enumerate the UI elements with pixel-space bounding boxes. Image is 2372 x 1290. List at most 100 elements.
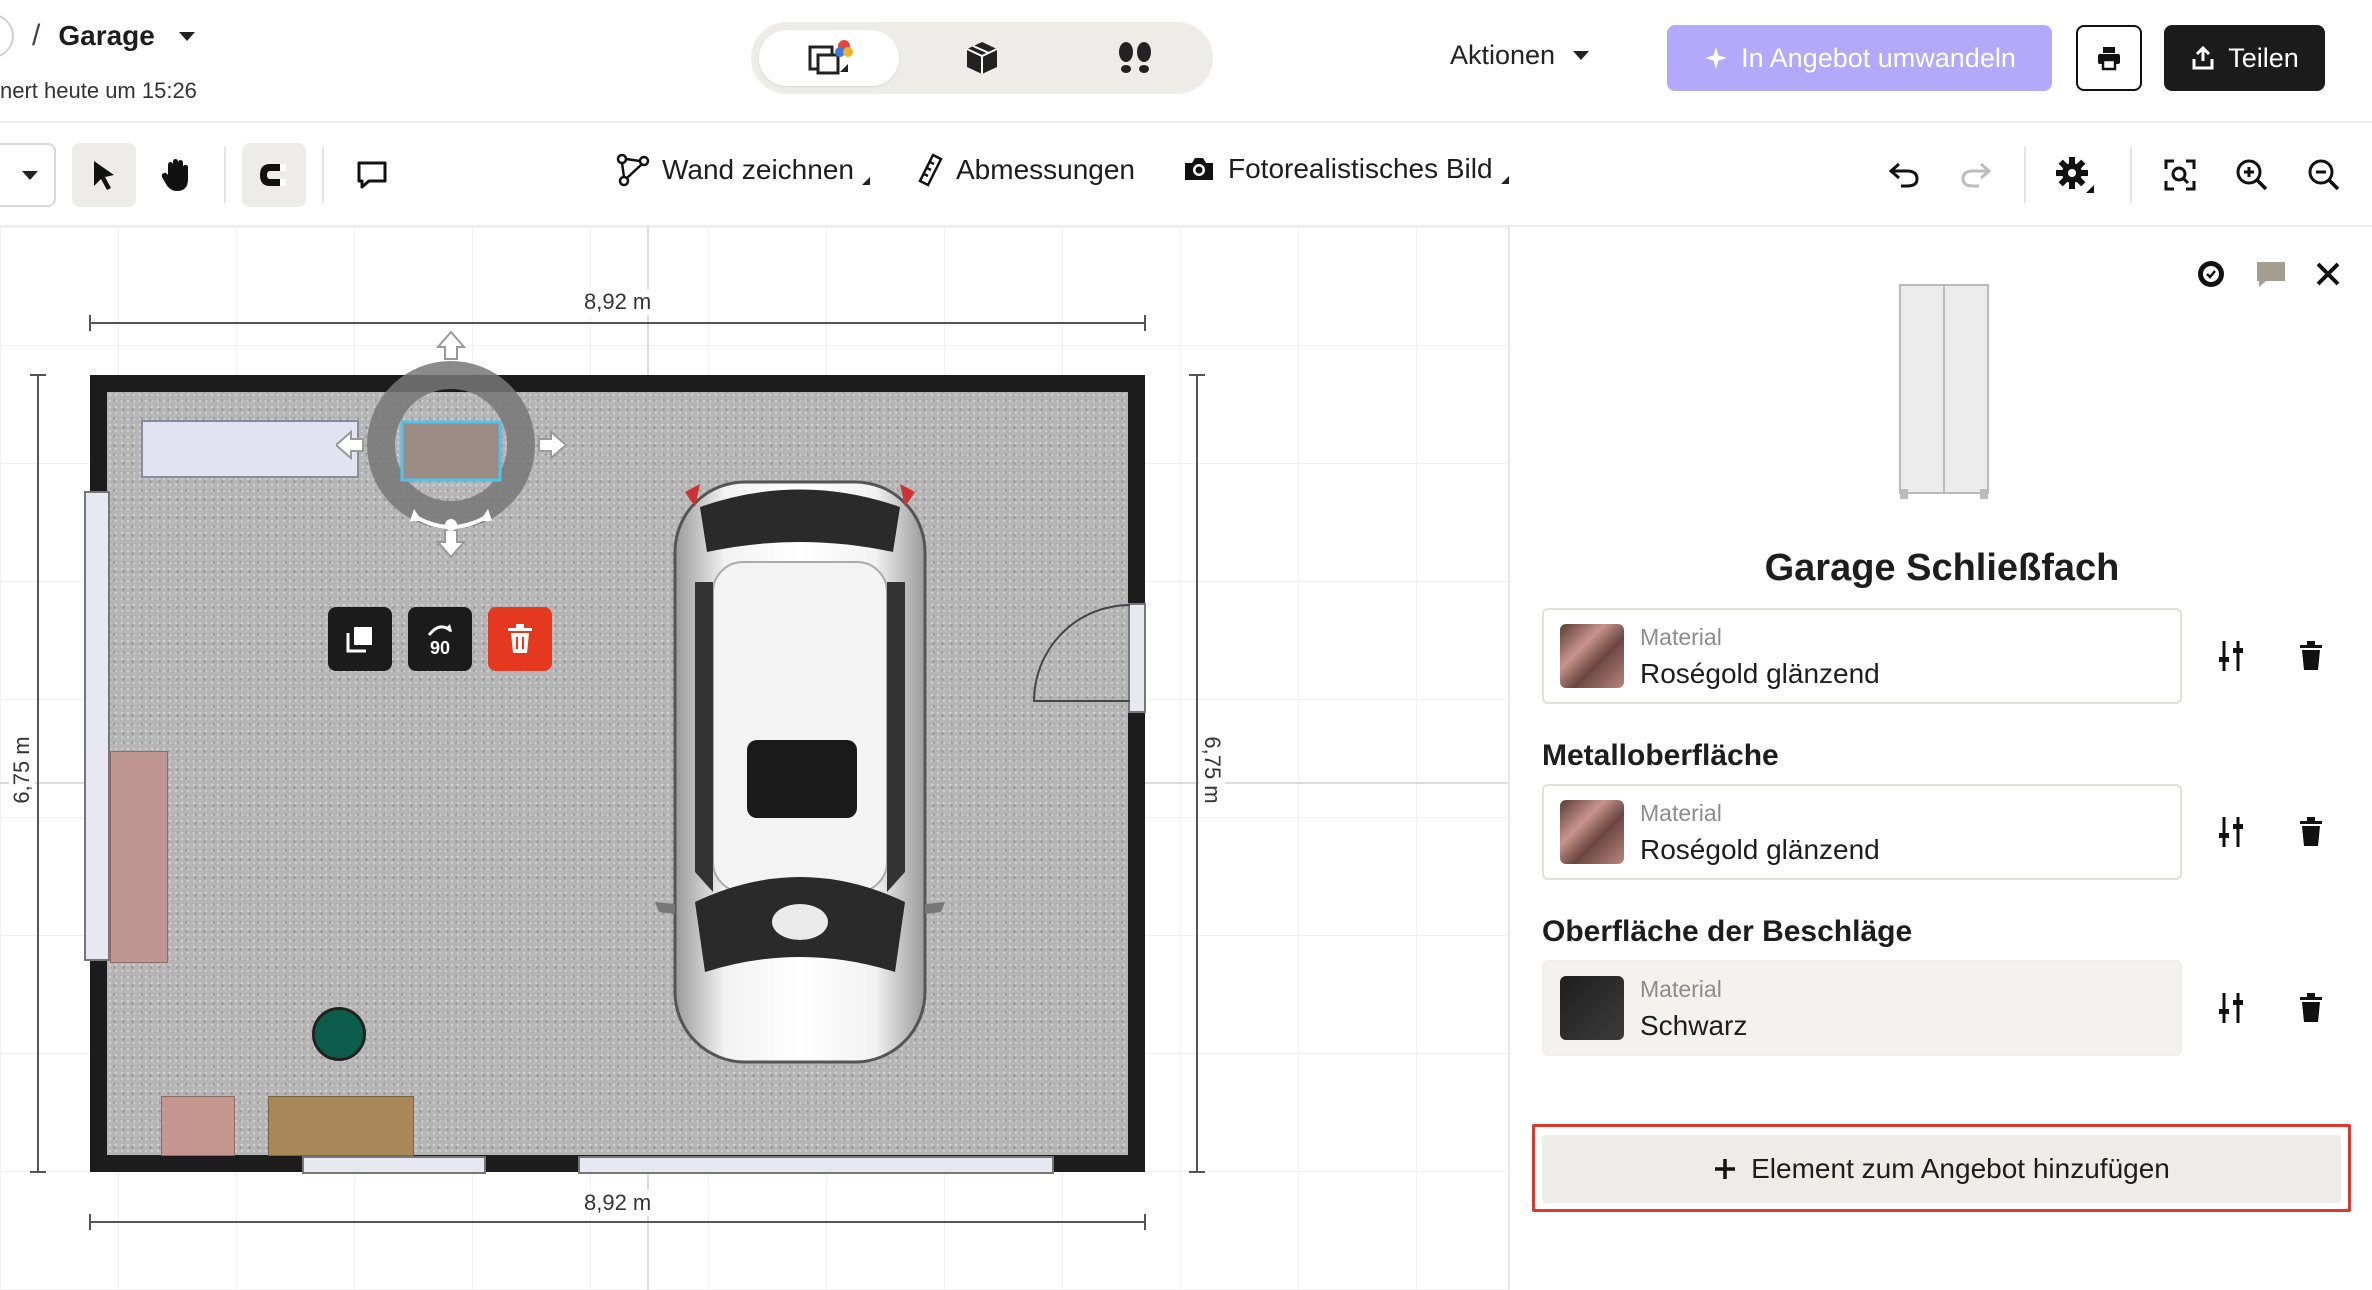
select-tool[interactable] (72, 143, 136, 207)
actions-menu[interactable]: Aktionen (1450, 40, 1590, 71)
gear-icon (2056, 157, 2094, 193)
trash-icon (508, 624, 532, 653)
material-selector-2[interactable]: Material Roségold glänzend (1542, 784, 2182, 880)
door-swing-arc (1032, 604, 1131, 702)
mode-2d-plan[interactable] (759, 30, 899, 86)
add-to-offer-highlight: Element zum Angebot hinzufügen (1532, 1124, 2351, 1212)
hand-icon (161, 159, 188, 191)
share-button[interactable]: Teilen (2164, 25, 2325, 91)
actions-label: Aktionen (1450, 40, 1556, 70)
product-title: Garage Schließfach (1764, 547, 2120, 589)
shelf-top-left[interactable] (141, 420, 359, 478)
dimension-right: 6,75 m (1199, 730, 1225, 810)
wall-draw-icon (616, 153, 650, 187)
dimension-bottom: 8,92 m (580, 1190, 656, 1216)
zoom-in-button[interactable] (2220, 143, 2284, 207)
sliders-icon (2219, 993, 2243, 1023)
convert-label: In Angebot umwandeln (1741, 42, 2016, 73)
delete-material-button[interactable] (2286, 807, 2336, 857)
photo-render-tool[interactable]: Fotorealistisches Bild (1182, 153, 1509, 185)
magnet-snap-tool[interactable] (242, 143, 306, 207)
floorplan-canvas[interactable]: 8,92 m 8,92 m 6,75 m 6,75 m 90 (0, 227, 1508, 1290)
comment-tool[interactable] (340, 143, 404, 207)
adjust-material-button[interactable] (2206, 631, 2256, 681)
material-selector-3[interactable]: Material Schwarz (1542, 960, 2182, 1056)
trash-icon (2300, 993, 2322, 1022)
toolbar-divider (224, 147, 226, 203)
pan-tool[interactable] (144, 143, 208, 207)
comment-icon (357, 161, 387, 189)
window-bottom-left[interactable] (302, 1156, 486, 1174)
fit-view-button[interactable] (2148, 143, 2212, 207)
upload-icon (2192, 45, 2214, 70)
dimensions-tool[interactable]: Abmessungen (916, 153, 1135, 187)
material-label: Material (1640, 976, 1722, 1002)
settings-button[interactable] (2044, 143, 2108, 207)
cursor-arrow-icon (94, 161, 114, 190)
selection-gizmo[interactable] (336, 327, 586, 567)
chevron-down-icon[interactable] (178, 31, 195, 41)
rotate-icon (427, 624, 453, 636)
section-title-fittings-surface: Oberfläche der Beschläge (1542, 915, 1913, 948)
zoom-out-icon (2308, 159, 2340, 191)
window-left-wall[interactable] (84, 491, 110, 961)
sliders-icon (2219, 817, 2243, 847)
garage-door-bottom[interactable] (578, 1156, 1054, 1174)
delete-object-button[interactable] (488, 607, 552, 671)
chevron-down-icon (1573, 51, 1590, 60)
cube-icon (966, 42, 998, 74)
cabinet-left[interactable] (110, 751, 168, 963)
workbench[interactable] (268, 1096, 414, 1156)
duplicate-button[interactable] (328, 607, 392, 671)
trash-icon (2300, 641, 2322, 670)
print-button[interactable] (2076, 25, 2142, 91)
car-topview[interactable] (655, 472, 945, 1072)
top-bar: / Garage nert heute um 15:26 Aktionen In… (0, 0, 2372, 123)
camera-icon (1185, 158, 1213, 180)
mode-walk-view[interactable] (1065, 30, 1205, 86)
printer-icon (2098, 47, 2120, 71)
breadcrumb-separator: / (32, 19, 41, 52)
undo-icon (1888, 162, 1919, 188)
garage-room[interactable] (90, 375, 1145, 1172)
section-title-metal-surface: Metalloberfläche (1542, 739, 1779, 772)
dimension-top: 8,92 m (580, 289, 656, 315)
chevron-down-icon (22, 170, 38, 180)
footsteps-icon (1119, 42, 1151, 73)
round-bin[interactable] (312, 1007, 366, 1061)
mode-3d-view[interactable] (912, 30, 1052, 86)
panel-header-actions (2194, 257, 2342, 291)
material-selector-1[interactable]: Material Roségold glänzend (1542, 608, 2182, 704)
rotate-degree-label: 90 (429, 638, 451, 658)
rotate-90-button[interactable]: 90 (408, 607, 472, 671)
verified-settings-icon[interactable] (2194, 257, 2228, 291)
plus-icon (1715, 1159, 1736, 1179)
floorplan-icon (808, 40, 853, 75)
zoom-out-button[interactable] (2292, 143, 2356, 207)
comment-icon[interactable] (2254, 259, 2288, 289)
editor-toolbar: Wand zeichnen Abmessungen Fotorealistisc… (0, 125, 2372, 227)
convert-to-offer-button[interactable]: In Angebot umwandeln (1667, 25, 2052, 91)
material-value: Schwarz (1640, 1010, 1748, 1041)
add-to-offer-button[interactable]: Element zum Angebot hinzufügen (1542, 1135, 2341, 1203)
delete-material-button[interactable] (2286, 631, 2336, 681)
adjust-material-button[interactable] (2206, 807, 2256, 857)
redo-icon (1961, 162, 1992, 188)
draw-wall-tool[interactable]: Wand zeichnen (616, 153, 870, 187)
breadcrumb: / Garage (0, 14, 195, 58)
material-label: Material (1640, 624, 1722, 650)
adjust-material-button[interactable] (2206, 983, 2256, 1033)
material-swatch (1560, 976, 1624, 1040)
duplicate-icon (346, 627, 372, 653)
delete-material-button[interactable] (2286, 983, 2336, 1033)
floor-select[interactable] (0, 143, 56, 207)
project-title[interactable]: Garage (58, 20, 155, 52)
dimension-left: 6,75 m (9, 730, 35, 810)
focus-frame-icon (2164, 159, 2196, 191)
properties-panel: Garage Schließfach Material Roségold glä… (1508, 227, 2372, 1290)
box-bottom-left[interactable] (161, 1096, 235, 1156)
redo-button[interactable] (1944, 143, 2008, 207)
close-icon[interactable] (2314, 260, 2342, 288)
home-button[interactable] (0, 14, 14, 58)
undo-button[interactable] (1872, 143, 1936, 207)
